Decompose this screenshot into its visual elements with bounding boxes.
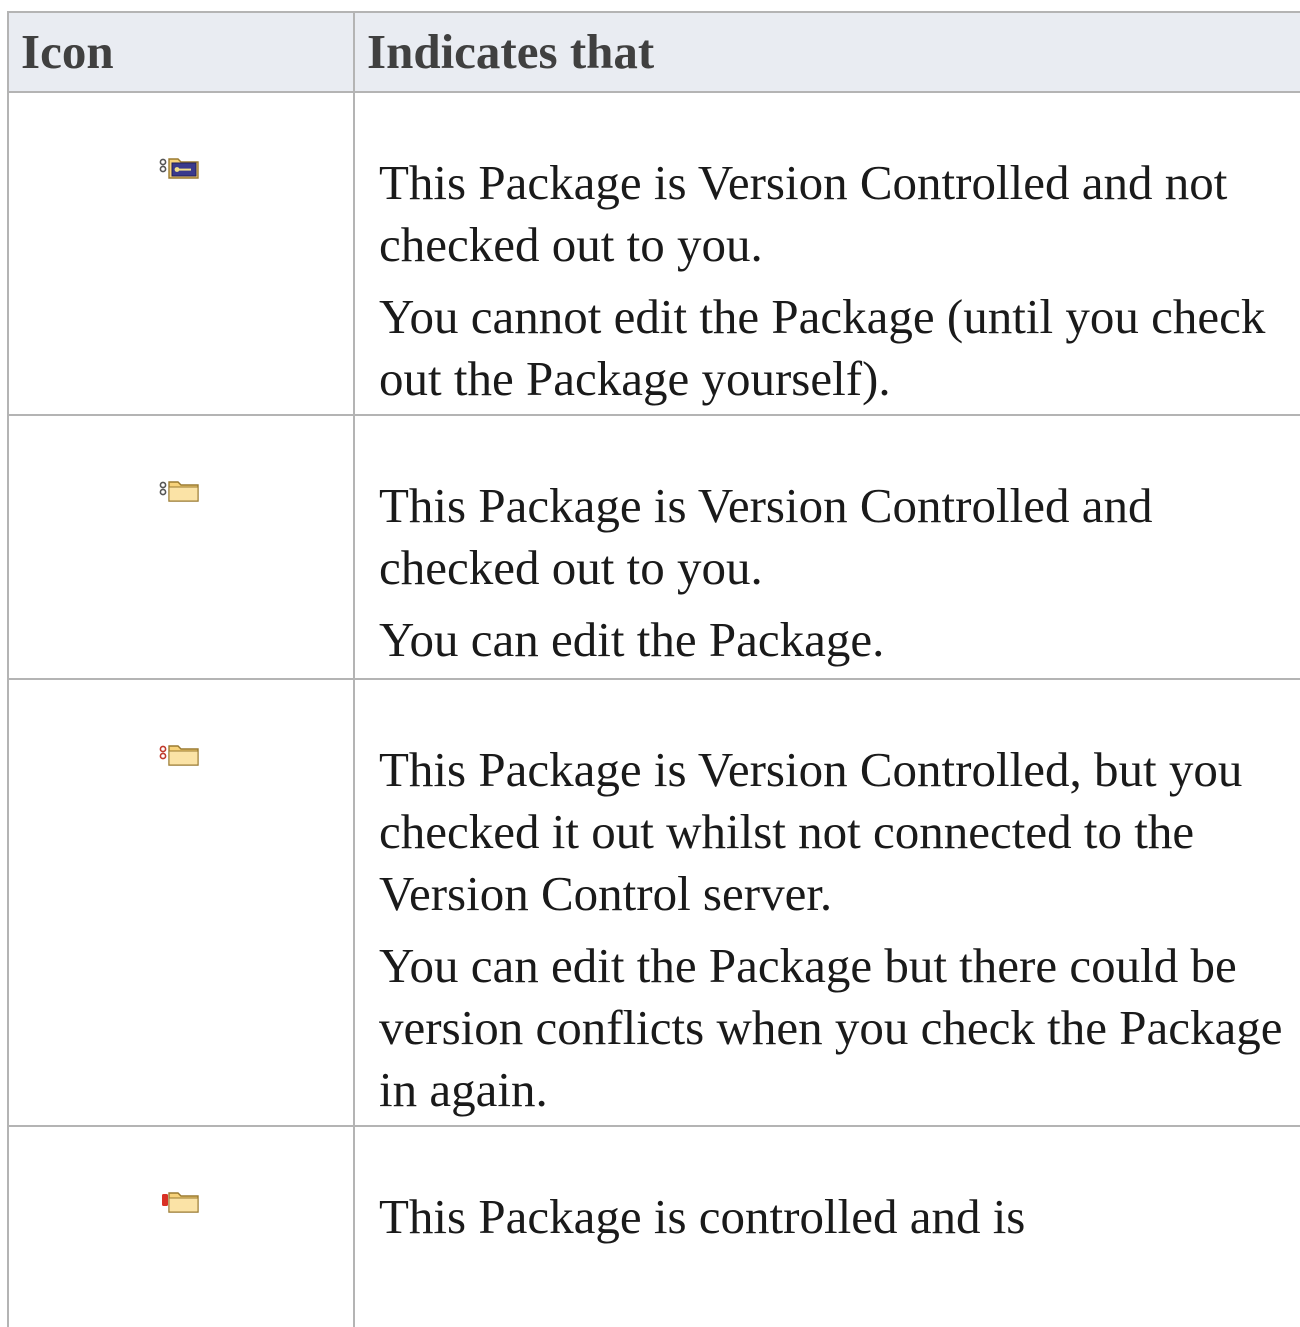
version-controlled-locked-package-icon [159,158,199,179]
description-cell: This Package is controlled and is [355,1127,1300,1327]
description-paragraph: This Package is controlled and is [379,1189,1026,1244]
header-indicates-that: Indicates that [367,24,655,79]
icon-cell [9,416,355,678]
table-row: This Package is Version Controlled, but … [9,680,1300,1127]
icon-cell [9,680,355,1125]
description-paragraph: This Package is Version Controlled and c… [379,478,1153,595]
controlled-package-icon [162,1192,199,1213]
icon-cell [9,93,355,414]
description-paragraph: This Package is Version Controlled and n… [379,155,1228,272]
version-controlled-checked-out-package-icon [159,481,199,502]
table-row: This Package is Version Controlled and n… [9,93,1300,416]
description-paragraph: You can edit the Package. [379,612,885,667]
icon-cell [9,1127,355,1327]
table-row: This Package is controlled and is [9,1127,1300,1327]
icon-legend-table: Icon Indicates that This Package is Vers… [7,11,1300,1327]
description-paragraph: You cannot edit the Package (until you c… [379,289,1266,406]
description-cell: This Package is Version Controlled and n… [355,93,1300,414]
table-row: This Package is Version Controlled and c… [9,416,1300,680]
version-controlled-offline-checked-out-package-icon [159,745,199,766]
header-icon: Icon [9,13,355,91]
description-cell: This Package is Version Controlled, but … [355,680,1300,1125]
description-cell: This Package is Version Controlled and c… [355,416,1300,678]
description-paragraph: This Package is Version Controlled, but … [379,742,1243,921]
description-paragraph: You can edit the Package but there could… [379,938,1283,1117]
table-header: Icon Indicates that [9,13,1300,93]
